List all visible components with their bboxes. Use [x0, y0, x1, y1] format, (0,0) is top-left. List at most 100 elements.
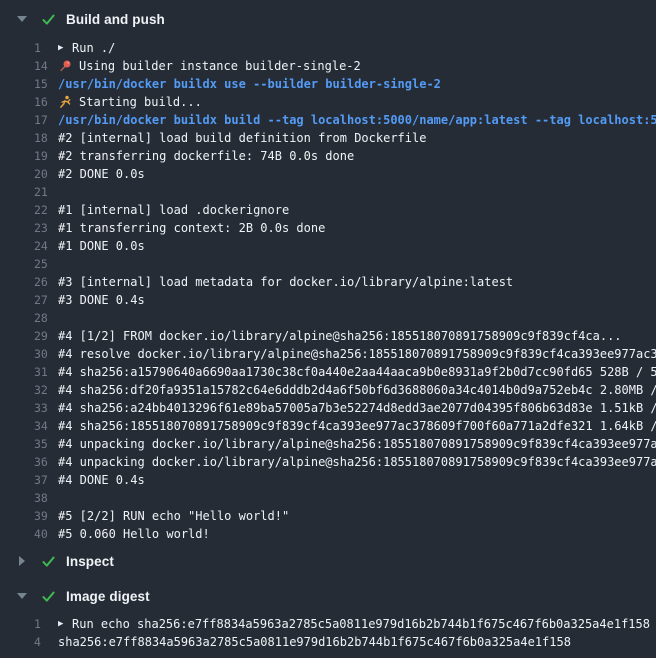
log-line: 19 #2 transferring dockerfile: 74B 0.0s …: [0, 147, 656, 165]
line-text: #4 sha256:a15790640a6690aa1730c38cf0a440…: [58, 363, 656, 381]
log-line: 40 #5 0.060 Hello world!: [0, 525, 656, 543]
section-header[interactable]: Inspect: [0, 550, 656, 572]
success-check-icon: [40, 588, 56, 604]
line-number[interactable]: 22: [34, 201, 58, 219]
log-line: 20 #2 DONE 0.0s: [0, 165, 656, 183]
line-text: #3 [internal] load metadata for docker.i…: [58, 273, 513, 291]
log-line: 28: [0, 309, 656, 327]
line-number[interactable]: 23: [34, 219, 58, 237]
log-line: 34 #4 sha256:185518070891758909c9f839cf4…: [0, 417, 656, 435]
line-number[interactable]: 32: [34, 381, 58, 399]
log-line: 33 #4 sha256:a24bb4013296f61e89ba57005a7…: [0, 399, 656, 417]
line-text: #2 [internal] load build definition from…: [58, 129, 426, 147]
line-number[interactable]: 25: [34, 255, 58, 273]
section-header[interactable]: Build and push: [0, 8, 656, 30]
line-text: /usr/bin/docker buildx build --tag local…: [58, 111, 656, 129]
log-line: 24 #1 DONE 0.0s: [0, 237, 656, 255]
line-number[interactable]: 31: [34, 363, 58, 381]
line-text: #4 unpacking docker.io/library/alpine@sh…: [58, 453, 656, 471]
line-number[interactable]: 1: [34, 615, 58, 633]
log-line: 18 #2 [internal] load build definition f…: [0, 129, 656, 147]
runner-icon: [58, 95, 72, 109]
chevron-icon[interactable]: [16, 556, 28, 566]
log-line: 27 #3 DONE 0.4s: [0, 291, 656, 309]
line-number[interactable]: 39: [34, 507, 58, 525]
line-text: #4 sha256:df20fa9351a15782c64e6dddb2d4a6…: [58, 381, 656, 399]
line-text: Run ./: [72, 39, 115, 57]
expand-toggle-icon[interactable]: ▶: [58, 615, 72, 633]
line-number[interactable]: 21: [34, 183, 58, 201]
line-text: #4 DONE 0.4s: [58, 471, 145, 489]
line-number[interactable]: 15: [34, 75, 58, 93]
line-number[interactable]: 19: [34, 147, 58, 165]
section-title: Build and push: [66, 12, 165, 27]
pushpin-icon: [58, 59, 72, 73]
line-number[interactable]: 33: [34, 399, 58, 417]
log-section-image-digest: Image digest 1 ▶Run echo sha256:e7ff8834…: [0, 585, 656, 651]
chevron-icon[interactable]: [16, 593, 28, 599]
log-line: 39 #5 [2/2] RUN echo "Hello world!": [0, 507, 656, 525]
section-title: Image digest: [66, 589, 150, 604]
line-number[interactable]: 30: [34, 345, 58, 363]
line-text: /usr/bin/docker buildx use --builder bui…: [58, 75, 441, 93]
log-lines: 1 ▶Run ./ 14 Using builder instance buil…: [0, 39, 656, 543]
line-number[interactable]: 17: [34, 111, 58, 129]
line-text: #2 transferring dockerfile: 74B 0.0s don…: [58, 147, 354, 165]
line-text: #1 DONE 0.0s: [58, 237, 145, 255]
log-line: 1 ▶Run echo sha256:e7ff8834a5963a2785c5a…: [0, 615, 656, 633]
log-line: 4 sha256:e7ff8834a5963a2785c5a0811e979d1…: [0, 633, 656, 651]
log-line: 38: [0, 489, 656, 507]
log-line: 14 Using builder instance builder-single…: [0, 57, 656, 75]
line-number[interactable]: 40: [34, 525, 58, 543]
line-number[interactable]: 4: [34, 633, 58, 651]
line-number[interactable]: 16: [34, 93, 58, 111]
log-lines: 1 ▶Run echo sha256:e7ff8834a5963a2785c5a…: [0, 615, 656, 651]
line-text: #4 resolve docker.io/library/alpine@sha2…: [58, 345, 656, 363]
line-text: #4 sha256:185518070891758909c9f839cf4ca3…: [58, 417, 656, 435]
log-line: 32 #4 sha256:df20fa9351a15782c64e6dddb2d…: [0, 381, 656, 399]
line-text: #4 [1/2] FROM docker.io/library/alpine@s…: [58, 327, 622, 345]
log-line: 37 #4 DONE 0.4s: [0, 471, 656, 489]
log-line: 30 #4 resolve docker.io/library/alpine@s…: [0, 345, 656, 363]
log-line: 17 /usr/bin/docker buildx build --tag lo…: [0, 111, 656, 129]
line-number[interactable]: 14: [34, 57, 58, 75]
line-number[interactable]: 28: [34, 309, 58, 327]
line-number[interactable]: 26: [34, 273, 58, 291]
log-line: 25: [0, 255, 656, 273]
line-number[interactable]: 20: [34, 165, 58, 183]
workflow-log-viewer: Build and push 1 ▶Run ./ 14 Using builde…: [0, 0, 656, 651]
line-text: #5 0.060 Hello world!: [58, 525, 210, 543]
line-number[interactable]: 37: [34, 471, 58, 489]
line-number[interactable]: 29: [34, 327, 58, 345]
line-number[interactable]: 27: [34, 291, 58, 309]
section-header[interactable]: Image digest: [0, 585, 656, 607]
line-text: #1 [internal] load .dockerignore: [58, 201, 289, 219]
line-number[interactable]: 35: [34, 435, 58, 453]
line-text: Starting build...: [79, 93, 202, 111]
line-number[interactable]: 38: [34, 489, 58, 507]
log-line: 29 #4 [1/2] FROM docker.io/library/alpin…: [0, 327, 656, 345]
line-text: #2 DONE 0.0s: [58, 165, 145, 183]
chevron-icon[interactable]: [16, 16, 28, 22]
expand-toggle-icon[interactable]: ▶: [58, 39, 72, 57]
log-line: 35 #4 unpacking docker.io/library/alpine…: [0, 435, 656, 453]
line-text: Using builder instance builder-single-2: [79, 57, 361, 75]
section-title: Inspect: [66, 554, 114, 569]
line-text: #5 [2/2] RUN echo "Hello world!": [58, 507, 289, 525]
line-text: #4 unpacking docker.io/library/alpine@sh…: [58, 435, 656, 453]
log-line: 1 ▶Run ./: [0, 39, 656, 57]
line-text: sha256:e7ff8834a5963a2785c5a0811e979d16b…: [58, 633, 571, 651]
line-number[interactable]: 34: [34, 417, 58, 435]
log-line: 36 #4 unpacking docker.io/library/alpine…: [0, 453, 656, 471]
log-line: 21: [0, 183, 656, 201]
log-line: 23 #1 transferring context: 2B 0.0s done: [0, 219, 656, 237]
line-number[interactable]: 1: [34, 39, 58, 57]
success-check-icon: [40, 11, 56, 27]
log-line: 31 #4 sha256:a15790640a6690aa1730c38cf0a…: [0, 363, 656, 381]
line-number[interactable]: 36: [34, 453, 58, 471]
log-line: 16 Starting build...: [0, 93, 656, 111]
line-number[interactable]: 24: [34, 237, 58, 255]
line-number[interactable]: 18: [34, 129, 58, 147]
line-text: #4 sha256:a24bb4013296f61e89ba57005a7b3e…: [58, 399, 656, 417]
log-section-build-and-push: Build and push 1 ▶Run ./ 14 Using builde…: [0, 8, 656, 543]
